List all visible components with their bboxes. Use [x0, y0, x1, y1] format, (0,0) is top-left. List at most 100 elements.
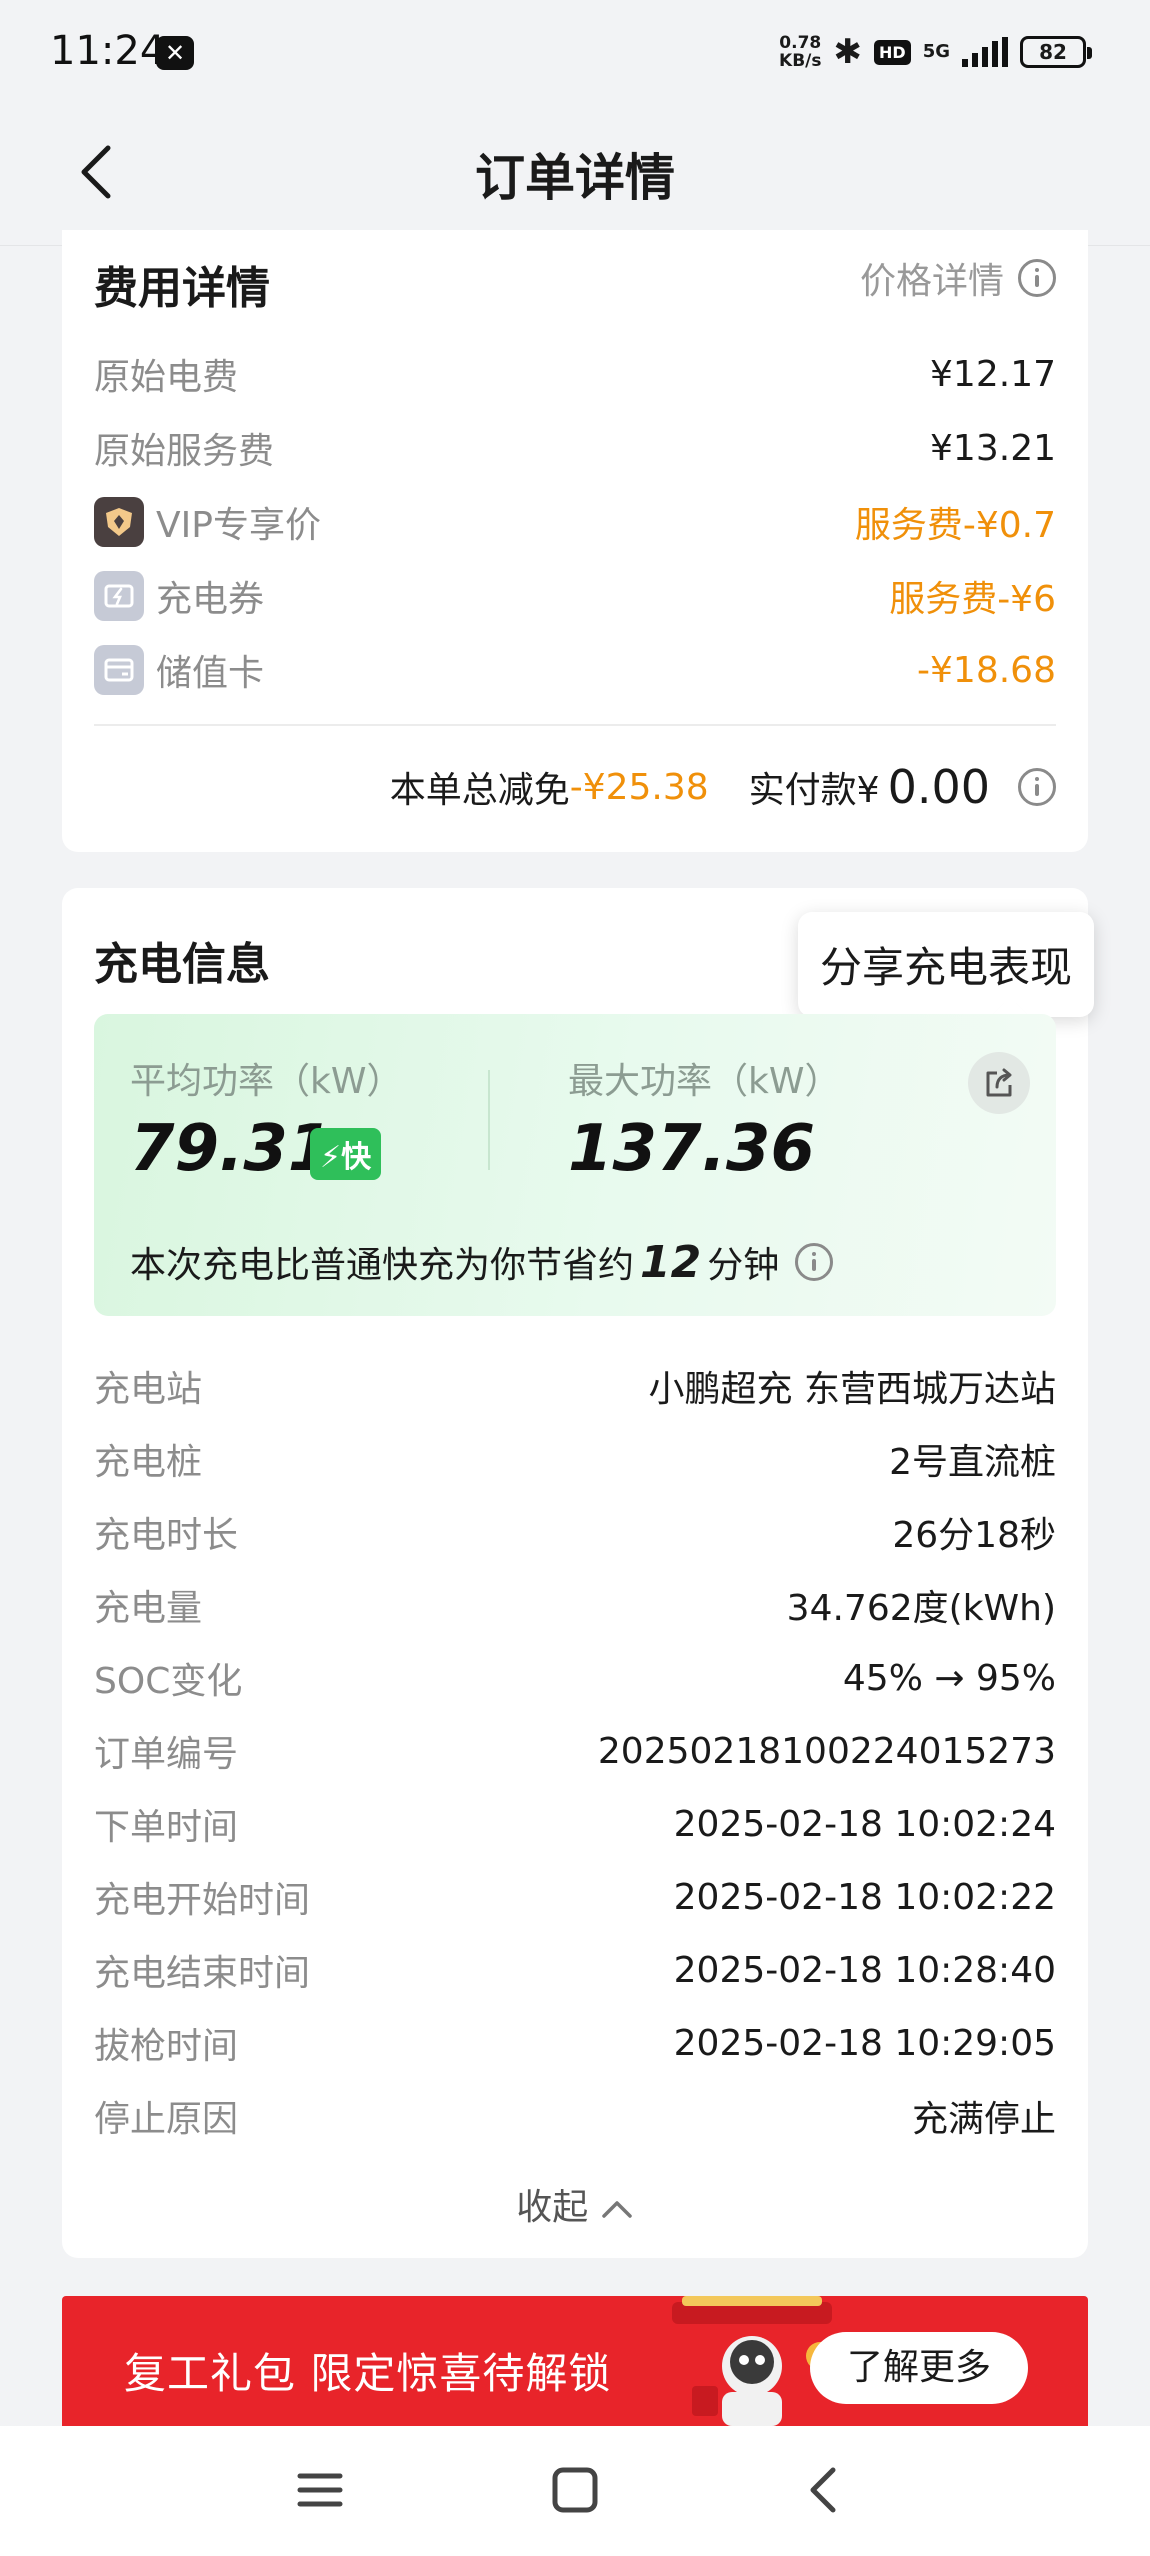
info-row: 充电结束时间 2025-02-18 10:28:40: [94, 1940, 1056, 2000]
x-app-icon: ✕: [156, 36, 194, 70]
total-discount-label: 本单总减免: [389, 770, 570, 811]
share-button[interactable]: [968, 1052, 1030, 1114]
info-label: SOC变化: [94, 1661, 243, 1702]
time-saved-prefix: 本次充电比普通快充为你节省约: [130, 1245, 635, 1286]
promo-banner[interactable]: 复工礼包 限定惊喜待解锁 了解更多: [62, 2296, 1088, 2426]
share-icon: [986, 1068, 1012, 1097]
time-saved-minutes: 12: [640, 1236, 702, 1288]
fee-label: VIP专享价: [156, 505, 321, 546]
total-discount-value: -¥25.38: [569, 766, 709, 808]
info-row: 充电时长 26分18秒: [94, 1502, 1056, 1562]
info-row: 下单时间 2025-02-18 10:02:24: [94, 1794, 1056, 1854]
fast-charge-badge: ⚡快: [310, 1128, 382, 1180]
info-value: 2025-02-18 10:02:24: [673, 1803, 1056, 1845]
collapse-label: 收起: [516, 2187, 589, 2228]
info-icon[interactable]: [1018, 768, 1056, 806]
hd-icon: HD: [874, 39, 911, 65]
info-value: 2号直流桩: [889, 1442, 1056, 1483]
status-bar: 11:24 ✕ 0.78 KB/s ✱ HD 5G 82: [0, 0, 1150, 100]
back-nav-icon[interactable]: [795, 2460, 855, 2520]
collapse-button[interactable]: 收起: [62, 2178, 1088, 2230]
info-value: 45% → 95%: [842, 1657, 1056, 1699]
fee-label: 原始服务费: [94, 431, 275, 472]
fee-value: 服务费-¥6: [889, 579, 1056, 620]
network-type: 5G: [922, 41, 950, 62]
info-row: 充电量 34.762度(kWh): [94, 1575, 1056, 1635]
status-icons: 0.78 KB/s ✱ HD 5G 82: [779, 30, 1092, 74]
price-detail-label: 价格详情: [859, 261, 1004, 302]
price-detail-link[interactable]: 价格详情: [860, 252, 1056, 304]
fee-label: 储值卡: [156, 653, 265, 694]
net-speed: 0.78 KB/s: [779, 34, 821, 70]
banner-text: 复工礼包 限定惊喜待解锁: [124, 2349, 612, 2398]
divider: [488, 1070, 490, 1170]
charge-section-title: 充电信息: [94, 939, 270, 990]
info-value: 2025-02-18 10:02:22: [673, 1876, 1056, 1918]
info-icon: [1018, 259, 1056, 297]
time-saved-suffix: 分钟: [707, 1245, 780, 1286]
fee-row-coupon: 充电券 服务费-¥6: [94, 566, 1056, 626]
fee-value: 服务费-¥0.7: [854, 505, 1056, 546]
fee-section-title: 费用详情: [94, 263, 270, 314]
bluetooth-icon: ✱: [833, 32, 863, 72]
info-row: 充电开始时间 2025-02-18 10:02:22: [94, 1867, 1056, 1927]
system-nav-bar: [0, 2426, 1150, 2556]
info-row: 充电站 小鹏超充 东营西城万达站: [94, 1356, 1056, 1416]
avg-power-value: 79.31: [130, 1112, 333, 1186]
learn-more-button[interactable]: 了解更多: [810, 2332, 1028, 2404]
info-row: SOC变化 45% → 95%: [94, 1648, 1056, 1708]
avg-power-label: 平均功率（kW）: [130, 1061, 403, 1102]
net-speed-value: 0.78: [779, 33, 822, 53]
charge-info-card: 充电信息 分享充电表现 平均功率（kW） 79.31 ⚡快 最大功率（kW） 1…: [62, 888, 1094, 2258]
info-icon[interactable]: [795, 1243, 834, 1281]
info-value: 34.762度(kWh): [786, 1588, 1056, 1629]
page-title: 订单详情: [475, 149, 675, 207]
paid-label: 实付款¥: [748, 770, 880, 811]
paid-value: 0.00: [887, 760, 990, 814]
max-power-value: 137.36: [568, 1112, 815, 1186]
chevron-up-icon: [601, 2201, 632, 2218]
fee-row-vip: VIP专享价 服务费-¥0.7: [94, 492, 1056, 552]
total-row: 本单总减免 -¥25.38 实付款¥ 0.00: [390, 760, 1056, 814]
divider: [94, 724, 1056, 726]
coupon-icon: [94, 571, 144, 621]
max-power-label: 最大功率（kW）: [568, 1061, 841, 1102]
info-row: 订单编号 20250218100224015273: [94, 1721, 1056, 1781]
signal-icon: [962, 37, 1008, 67]
info-label: 充电桩: [94, 1442, 203, 1483]
info-value: 26分18秒: [892, 1515, 1056, 1556]
info-value: 充满停止: [911, 2099, 1056, 2140]
info-label: 拔枪时间: [94, 2026, 239, 2067]
info-row: 充电桩 2号直流桩: [94, 1429, 1056, 1489]
vip-shield-icon: [94, 497, 144, 547]
status-time: 11:24: [50, 28, 166, 74]
info-value: 2025-02-18 10:28:40: [673, 1949, 1056, 1991]
info-label: 下单时间: [94, 1807, 239, 1848]
info-label: 停止原因: [94, 2099, 239, 2140]
info-value: 20250218100224015273: [597, 1730, 1056, 1772]
power-summary: 平均功率（kW） 79.31 ⚡快 最大功率（kW） 137.36 本次充电比普…: [94, 1014, 1056, 1316]
home-icon[interactable]: [545, 2460, 605, 2520]
info-label: 充电量: [94, 1588, 203, 1629]
time-saved-text: 本次充电比普通快充为你节省约 12 分钟: [130, 1236, 834, 1288]
fee-value: ¥13.21: [930, 427, 1056, 469]
net-speed-unit: KB/s: [779, 51, 822, 71]
menu-icon[interactable]: [290, 2460, 350, 2520]
info-label: 充电结束时间: [94, 1953, 311, 1994]
info-label: 充电站: [94, 1369, 203, 1410]
info-label: 订单编号: [94, 1734, 239, 1775]
fee-value: ¥12.17: [930, 353, 1056, 395]
fee-value: -¥18.68: [917, 649, 1056, 691]
fee-label: 原始电费: [94, 357, 239, 398]
info-row: 停止原因 充满停止: [94, 2086, 1056, 2146]
info-label: 充电开始时间: [94, 1880, 311, 1921]
nav-header: 订单详情: [0, 100, 1150, 246]
info-value: 小鹏超充 东营西城万达站: [648, 1369, 1056, 1410]
fee-label: 充电券: [156, 579, 265, 620]
share-tooltip: 分享充电表现: [797, 912, 1094, 1017]
info-label: 充电时长: [94, 1515, 239, 1556]
fee-row: 原始电费 ¥12.17: [94, 344, 1056, 404]
fee-row-card: 储值卡 -¥18.68: [94, 640, 1056, 700]
info-row: 拔枪时间 2025-02-18 10:29:05: [94, 2013, 1056, 2073]
info-value: 2025-02-18 10:29:05: [673, 2022, 1056, 2064]
